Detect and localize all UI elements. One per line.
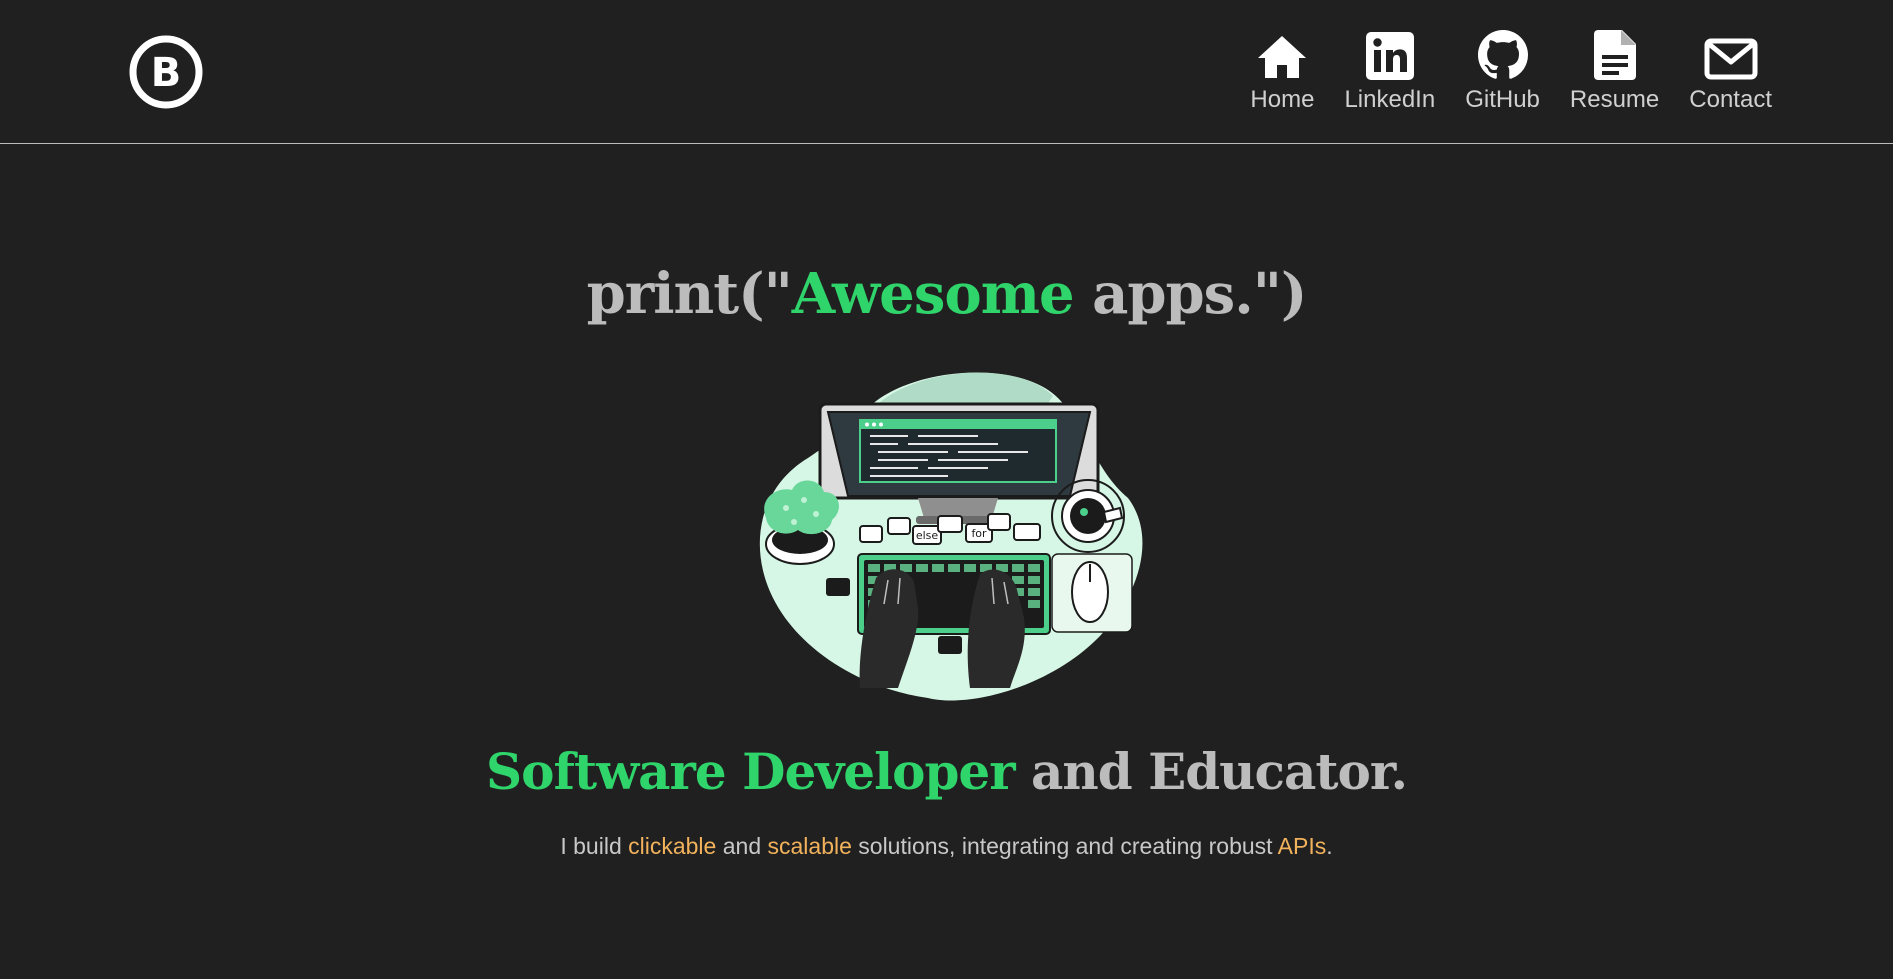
nav-github[interactable]: GitHub	[1465, 28, 1540, 114]
nav-resume[interactable]: Resume	[1570, 28, 1659, 114]
nav-home[interactable]: Home	[1250, 28, 1314, 114]
svg-text:else: else	[916, 529, 939, 542]
hero-title: print("Awesome apps.")	[0, 262, 1893, 326]
nav-label-home: Home	[1250, 86, 1315, 113]
subtitle-highlight-apis: APIs	[1277, 833, 1327, 859]
subtitle-text: and	[716, 833, 768, 859]
main-nav: Home LinkedIn GitHub Resume Contact	[1250, 28, 1772, 114]
github-icon	[1475, 28, 1531, 80]
subtitle-highlight-clickable: clickable	[628, 833, 717, 859]
svg-text:for: for	[971, 527, 987, 540]
tagline-rest: and Educator.	[1014, 742, 1408, 801]
nav-label-github: GitHub	[1465, 86, 1540, 113]
svg-text:B: B	[151, 50, 182, 96]
nav-label-resume: Resume	[1569, 86, 1660, 113]
hero-title-prefix: print("	[586, 261, 793, 327]
hero-title-highlight: Awesome	[791, 261, 1075, 327]
mail-icon	[1703, 28, 1759, 80]
nav-label-contact: Contact	[1689, 86, 1772, 113]
nav-linkedin[interactable]: LinkedIn	[1344, 28, 1435, 114]
hero-title-suffix: apps.")	[1073, 261, 1307, 327]
subtitle-text: solutions, integrating and creating robu…	[851, 833, 1278, 859]
hero-subtitle: I build clickable and scalable solutions…	[0, 831, 1893, 861]
site-header: B Home LinkedIn GitHub Resume Contact	[0, 0, 1893, 144]
hero-tagline: Software Developer and Educator.	[0, 742, 1893, 802]
nav-label-linkedin: LinkedIn	[1344, 86, 1436, 113]
linkedin-icon	[1362, 28, 1418, 80]
logo-b-icon: B	[129, 35, 203, 109]
subtitle-text: .	[1326, 833, 1333, 859]
logo[interactable]: B	[128, 34, 204, 110]
developer-illustration: else for	[748, 368, 1144, 704]
subtitle-text: I build	[560, 833, 629, 859]
nav-contact[interactable]: Contact	[1689, 28, 1772, 114]
document-icon	[1587, 28, 1643, 80]
tagline-highlight: Software Developer	[486, 742, 1016, 801]
home-icon	[1254, 28, 1310, 80]
subtitle-highlight-scalable: scalable	[767, 833, 852, 859]
